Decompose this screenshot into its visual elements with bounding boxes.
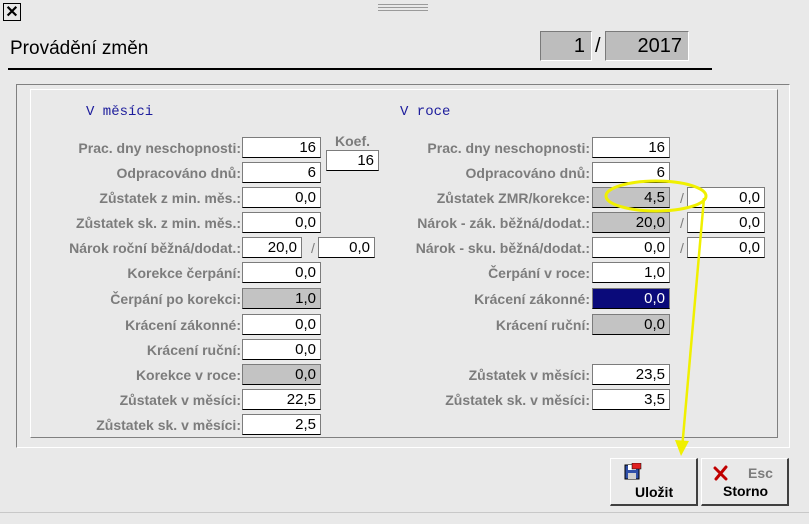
year-field-statutory-reduction[interactable]: 0,0 (592, 288, 670, 309)
year-label-worked-days: Odpracováno dnů: (465, 165, 590, 181)
month-label-statutory-reduction: Krácení zákonné: (125, 317, 241, 333)
page-title: Provádění změn (10, 38, 149, 59)
year-label-statutory-entitlement: Nárok - zák. běžná/dodat.: (417, 215, 590, 231)
month-field-prev-balance[interactable]: 0,0 (242, 187, 321, 208)
cancel-button-label: Storno (723, 483, 769, 499)
koef-field[interactable]: 16 (326, 150, 379, 171)
close-icon: ✕ (5, 4, 19, 21)
month-field-month-sk-balance[interactable]: 2,5 (242, 414, 321, 435)
month-label-usage-after-correction: Čerpání po korekci: (110, 291, 241, 307)
month-field-usage-correction[interactable]: 0,0 (242, 262, 321, 283)
year-field-worked-days[interactable]: 6 (592, 162, 670, 183)
year-label-usage: Čerpání v roce: (488, 265, 590, 281)
year-field-sku-entitlement-extra[interactable]: 0,0 (687, 237, 765, 258)
month-label-worked-days: Odpracováno dnů: (116, 165, 241, 181)
zmr-separator: / (680, 190, 684, 206)
month-label-year-correction: Korekce v roce: (135, 367, 241, 383)
month-label-prev-balance: Zůstatek z min. měs.: (99, 190, 241, 206)
month-label-month-sk-balance: Zůstatek sk. v měsíci: (96, 417, 241, 433)
month-label-sick-days: Prac. dny neschopnosti: (78, 140, 241, 156)
year-field[interactable]: 2017 (605, 31, 689, 61)
statutory-separator: / (680, 215, 684, 231)
year-label-manual-reduction: Krácení ruční: (495, 317, 590, 333)
month-label-usage-correction: Korekce čerpání: (127, 265, 241, 281)
year-field-zmr-correction[interactable]: 0,0 (687, 187, 765, 208)
month-field-manual-reduction[interactable]: 0,0 (242, 339, 321, 360)
year-field-statutory-entitlement-extra[interactable]: 0,0 (687, 212, 765, 233)
cancel-hotkey-label: Esc (748, 465, 773, 481)
month-field-annual-entitlement[interactable]: 20,0 (242, 237, 302, 258)
year-field-zmr-balance: 4,5 (592, 187, 670, 208)
close-button[interactable]: ✕ (3, 3, 21, 21)
year-label-sku-entitlement: Nárok - sku. běžná/dodat.: (415, 240, 590, 256)
year-field-month-balance[interactable]: 23,5 (592, 364, 670, 385)
month-label-annual-entitlement: Nárok roční běžná/dodat.: (69, 240, 241, 256)
cancel-button[interactable]: Esc Storno (701, 458, 789, 506)
period-separator: / (595, 35, 601, 57)
year-field-sick-days[interactable]: 16 (592, 137, 670, 158)
month-field-worked-days[interactable]: 6 (242, 162, 321, 183)
month-label-manual-reduction: Krácení ruční: (146, 342, 241, 358)
year-field-statutory-entitlement: 20,0 (592, 212, 670, 233)
koef-label: Koef. (335, 133, 370, 149)
save-button[interactable]: Uložit (610, 458, 698, 506)
title-divider (8, 68, 712, 70)
month-field-month-balance[interactable]: 22,5 (242, 389, 321, 410)
month-field[interactable]: 1 (540, 31, 592, 61)
month-field-year-correction: 0,0 (242, 364, 321, 385)
year-section-heading: V roce (400, 104, 451, 120)
year-field-manual-reduction: 0,0 (592, 314, 670, 335)
window-drag-handle[interactable] (378, 4, 428, 12)
floppy-disk-icon (624, 463, 642, 480)
sku-separator: / (680, 240, 684, 256)
year-field-sku-entitlement[interactable]: 0,0 (592, 237, 670, 258)
year-label-month-sk-balance: Zůstatek sk. v měsíci: (445, 392, 590, 408)
month-section-heading: V měsíci (86, 104, 154, 120)
year-label-sick-days: Prac. dny neschopnosti: (427, 140, 590, 156)
status-strip (0, 512, 809, 524)
year-label-zmr-correction: Zůstatek ZMR/korekce: (436, 190, 590, 206)
month-field-usage-after-correction: 1,0 (242, 288, 321, 309)
month-field-prev-sk-balance[interactable]: 0,0 (242, 212, 321, 233)
year-label-month-balance: Zůstatek v měsíci: (468, 367, 590, 383)
month-field-statutory-reduction[interactable]: 0,0 (242, 314, 321, 335)
month-label-prev-sk-balance: Zůstatek sk. z min. měs.: (76, 215, 241, 231)
month-field-annual-entitlement-extra[interactable]: 0,0 (318, 237, 375, 258)
year-field-month-sk-balance[interactable]: 3,5 (592, 389, 670, 410)
year-label-statutory-reduction: Krácení zákonné: (474, 291, 590, 307)
month-label-month-balance: Zůstatek v měsíci: (119, 392, 241, 408)
month-field-sick-days[interactable]: 16 (242, 137, 321, 158)
year-field-usage[interactable]: 1,0 (592, 262, 670, 283)
red-x-icon (713, 465, 728, 481)
save-button-label: Uložit (635, 484, 674, 500)
entitlement-separator: / (311, 240, 315, 256)
